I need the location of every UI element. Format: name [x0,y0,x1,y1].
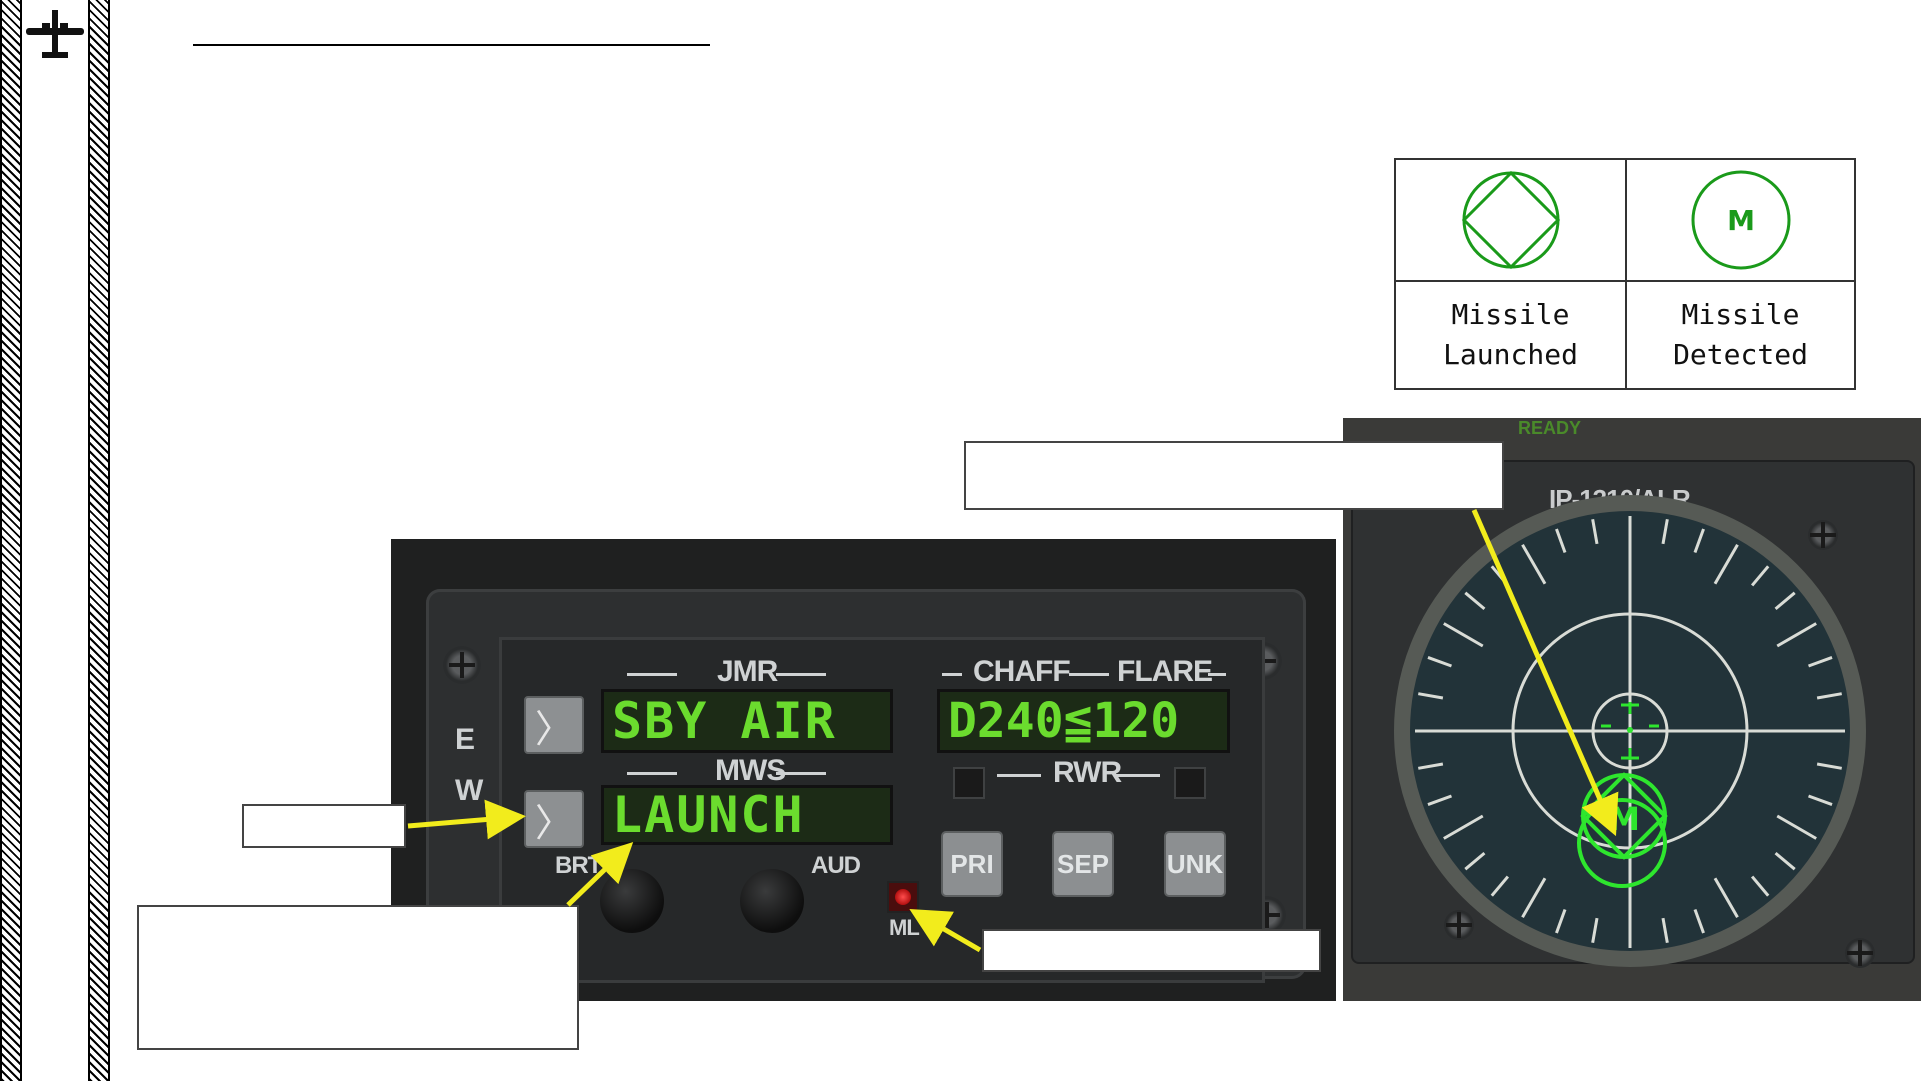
arrow-to-mws-button [407,799,526,840]
arrow-to-rwr-symbol [1471,509,1619,837]
arrow-to-ml-light [909,908,982,953]
callout-arrows [407,509,1619,953]
arrow-to-mws-display [566,842,634,907]
